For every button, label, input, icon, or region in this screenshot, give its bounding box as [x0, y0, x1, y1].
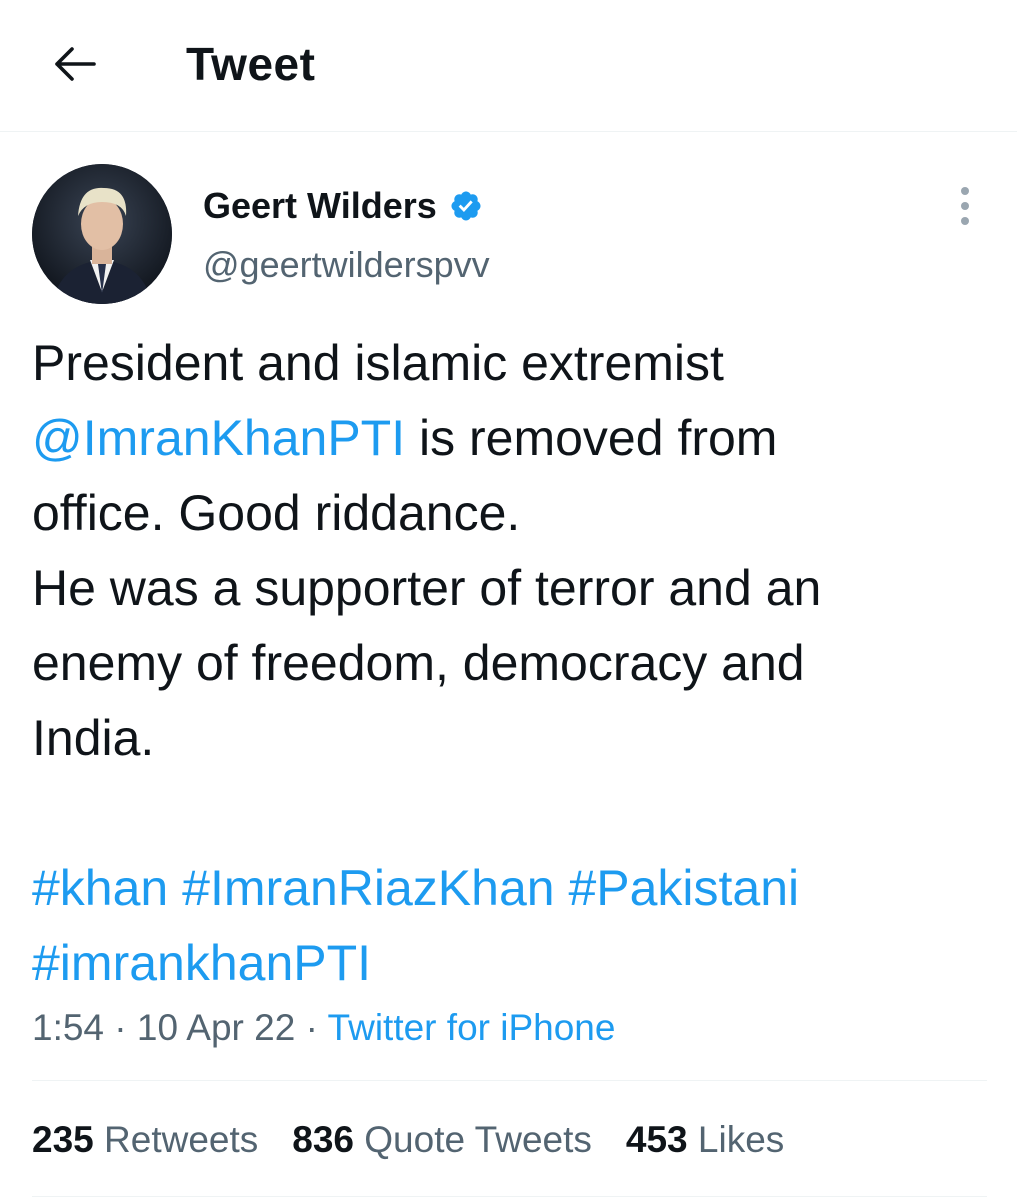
hashtag-link[interactable]: #imrankhanPTI — [32, 935, 371, 991]
verified-badge-icon — [449, 189, 483, 223]
tweet-text-segment: is removed from — [405, 410, 778, 466]
tweet-text-segment: enemy of freedom, democracy and — [32, 635, 805, 691]
hashtag-link[interactable]: #khan — [32, 860, 168, 916]
quote-tweets-label: Quote Tweets — [364, 1119, 592, 1160]
tweet-time[interactable]: 1:54 — [32, 1007, 104, 1048]
tweet-date[interactable]: 10 Apr 22 — [137, 1007, 295, 1048]
tweet-line: @ImranKhanPTI is removed from — [32, 401, 992, 476]
tweet-line: He was a supporter of terror and an — [32, 551, 992, 626]
likes-label: Likes — [697, 1119, 785, 1160]
tweet-line: India. — [32, 701, 992, 776]
meta-separator: · — [114, 1007, 127, 1048]
tweet-text-segment: President and islamic extremist — [32, 335, 724, 391]
retweets-stat[interactable]: 235 Retweets — [32, 1116, 258, 1164]
tweet-line: #imrankhanPTI — [32, 926, 992, 1001]
author-handle[interactable]: @geertwilderspvv — [203, 243, 490, 287]
tweet-text-segment — [168, 860, 182, 916]
tweet-text: President and islamic extremist @ImranKha… — [32, 326, 992, 1001]
tweet-line — [32, 776, 992, 851]
avatar[interactable] — [32, 164, 172, 304]
meta-separator: · — [305, 1007, 318, 1048]
more-options-button[interactable] — [952, 182, 978, 230]
arrow-left-icon — [55, 47, 96, 81]
mention-link[interactable]: @ImranKhanPTI — [32, 410, 405, 466]
page-title: Tweet — [186, 38, 316, 90]
tweet-line: enemy of freedom, democracy and — [32, 626, 992, 701]
hashtag-link[interactable]: #Pakistani — [568, 860, 799, 916]
tweet-line: office. Good riddance. — [32, 476, 992, 551]
divider — [32, 1080, 987, 1081]
quote-tweets-stat[interactable]: 836 Quote Tweets — [292, 1116, 592, 1164]
tweet-line: President and islamic extremist — [32, 326, 992, 401]
tweet-stats: 235 Retweets 836 Quote Tweets 453 Likes — [32, 1116, 818, 1164]
quote-tweets-count: 836 — [292, 1119, 354, 1160]
retweets-count: 235 — [32, 1119, 94, 1160]
likes-stat[interactable]: 453 Likes — [626, 1116, 784, 1164]
profile-photo — [32, 164, 172, 304]
tweet-meta: 1:54 · 10 Apr 22 · Twitter for iPhone — [32, 1004, 615, 1052]
author-name[interactable]: Geert Wilders — [203, 184, 437, 228]
tweet-line: #khan #ImranRiazKhan #Pakistani — [32, 851, 992, 926]
divider — [32, 1196, 987, 1197]
tweet-text-segment: office. Good riddance. — [32, 485, 521, 541]
tweet-source-link[interactable]: Twitter for iPhone — [328, 1007, 616, 1048]
tweet-text-segment: He was a supporter of terror and an — [32, 560, 822, 616]
retweets-label: Retweets — [104, 1119, 259, 1160]
author-name-row[interactable]: Geert Wilders — [203, 184, 483, 228]
tweet-text-segment — [555, 860, 569, 916]
hashtag-link[interactable]: #ImranRiazKhan — [182, 860, 554, 916]
tweet-text-segment: India. — [32, 710, 155, 766]
more-vertical-icon — [961, 187, 969, 225]
back-button[interactable] — [46, 36, 102, 92]
likes-count: 453 — [625, 1119, 688, 1160]
top-bar: Tweet — [0, 0, 1017, 132]
